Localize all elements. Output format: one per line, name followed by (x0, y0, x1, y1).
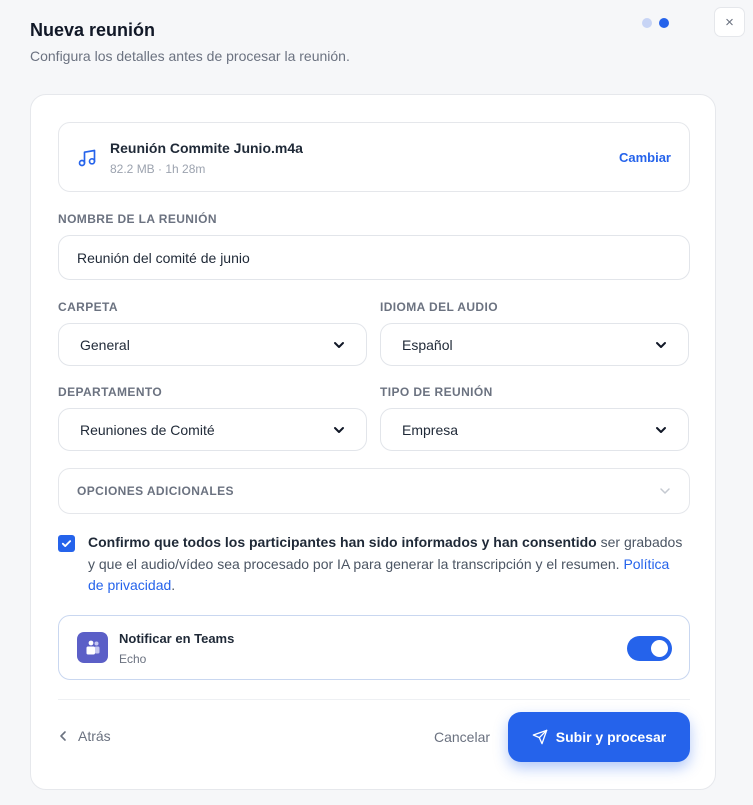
page-subtitle: Configura los detalles antes de procesar… (30, 48, 350, 64)
step-indicator (642, 18, 669, 28)
teams-title: Notificar en Teams (119, 631, 235, 646)
change-file-button[interactable]: Cambiar (619, 150, 671, 165)
step-dot-2 (659, 18, 669, 28)
file-summary: Reunión Commite Junio.m4a 82.2 MB · 1h 2… (58, 122, 690, 192)
language-select[interactable]: Español (380, 323, 689, 366)
cancel-button[interactable]: Cancelar (434, 729, 490, 745)
teams-subtitle: Echo (119, 652, 147, 666)
form-card: Reunión Commite Junio.m4a 82.2 MB · 1h 2… (30, 94, 716, 790)
chevron-left-icon (60, 731, 66, 741)
consent-checkbox[interactable] (58, 535, 75, 552)
close-icon: × (725, 13, 734, 31)
meeting-name-label: NOMBRE DE LA REUNIÓN (58, 212, 217, 226)
submit-button[interactable]: Subir y procesar (508, 712, 690, 762)
chevron-down-icon (660, 488, 670, 494)
additional-options-label: OPCIONES ADICIONALES (77, 484, 234, 498)
music-note-icon (78, 149, 96, 167)
meeting-type-value: Empresa (402, 421, 459, 438)
folder-select[interactable]: General (58, 323, 367, 366)
additional-options-toggle[interactable]: OPCIONES ADICIONALES (58, 468, 690, 514)
close-button[interactable]: × (714, 7, 745, 37)
chevron-down-icon (656, 341, 666, 348)
consent-end: . (171, 577, 176, 593)
file-meta: 82.2 MB · 1h 28m (110, 162, 206, 176)
department-value: Reuniones de Comité (80, 421, 215, 438)
meeting-type-label: TIPO DE REUNIÓN (380, 385, 493, 399)
meeting-type-select[interactable]: Empresa (380, 408, 689, 451)
department-label: DEPARTAMENTO (58, 385, 163, 399)
teams-toggle[interactable] (627, 636, 672, 661)
teams-icon (77, 632, 108, 663)
folder-value: General (80, 336, 130, 353)
back-button[interactable]: Atrás (58, 728, 111, 744)
language-value: Español (402, 336, 453, 353)
footer-divider (58, 699, 690, 700)
send-icon (532, 729, 548, 745)
check-icon (61, 540, 72, 547)
chevron-down-icon (334, 426, 344, 433)
department-select[interactable]: Reuniones de Comité (58, 408, 367, 451)
folder-label: CARPETA (58, 300, 118, 314)
teams-notification-card: Notificar en Teams Echo (58, 615, 690, 680)
meeting-name-value: Reunión del comité de junio (77, 249, 250, 266)
submit-label: Subir y procesar (555, 729, 667, 745)
page-title: Nueva reunión (30, 20, 156, 40)
consent-bold: Confirmo que todos los participantes han… (88, 534, 597, 550)
chevron-down-icon (334, 341, 344, 348)
chevron-down-icon (656, 426, 666, 433)
step-dot-1 (642, 18, 652, 28)
consent-text: Confirmo que todos los participantes han… (88, 532, 688, 597)
language-label: IDIOMA DEL AUDIO (380, 300, 498, 314)
file-name: Reunión Commite Junio.m4a (110, 140, 303, 156)
back-label: Atrás (78, 728, 111, 744)
meeting-name-input[interactable]: Reunión del comité de junio (58, 235, 690, 280)
